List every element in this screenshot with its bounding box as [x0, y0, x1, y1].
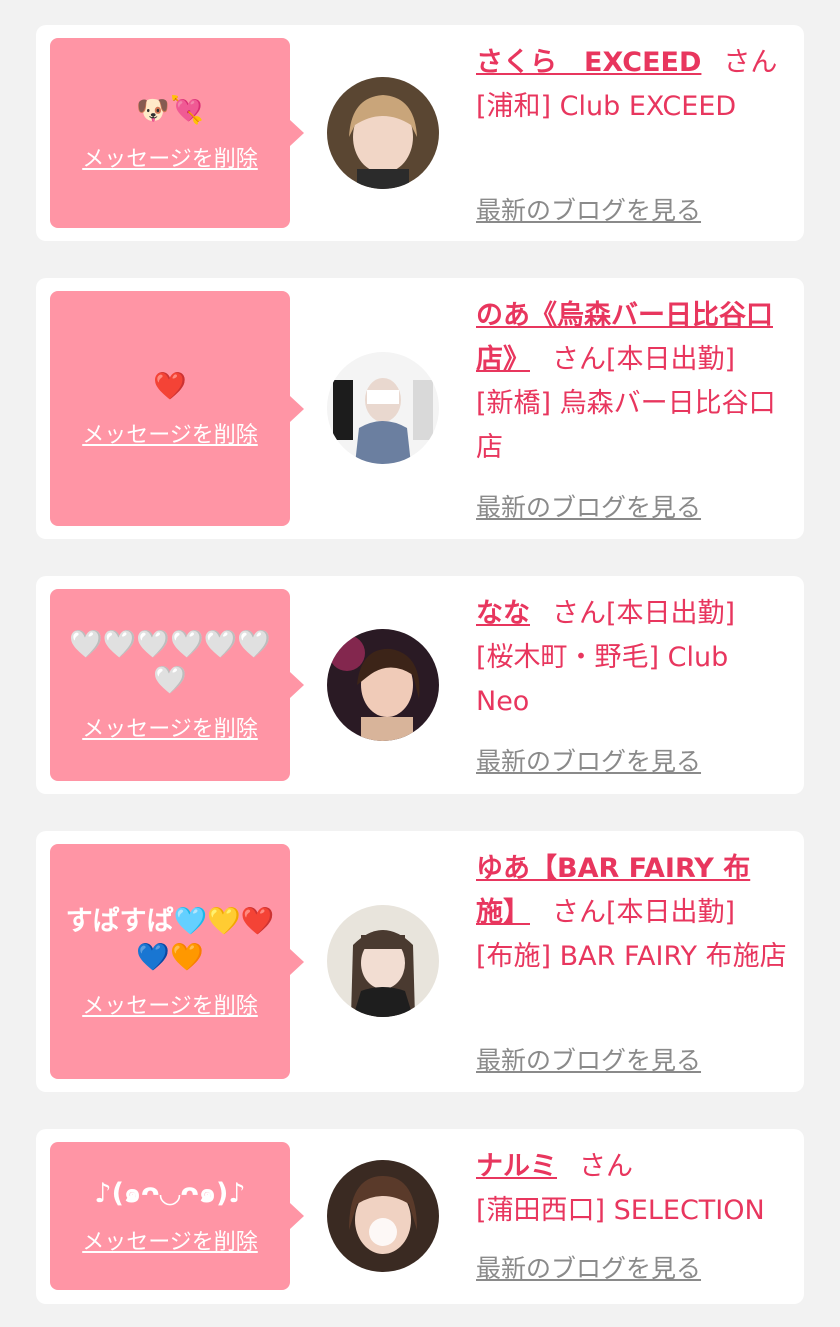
cast-name-link[interactable]: さくら EXCEED: [476, 47, 701, 78]
shop-name: [蒲田西口] SELECTION: [476, 1195, 765, 1226]
avatar-photo-icon: [327, 352, 439, 464]
message-text: ♪(๑ᴖ◡ᴖ๑)♪: [94, 1178, 246, 1209]
honorific: さん: [552, 598, 606, 629]
message-bubble: すぱすぱ🩵💛❤️💙🧡 メッセージを削除: [50, 844, 304, 1079]
honorific: さん: [723, 47, 778, 78]
status-badge: [本日出勤]: [606, 897, 736, 928]
message-text: 🤍🤍🤍🤍🤍🤍🤍: [69, 629, 271, 696]
message-bubble: 🤍🤍🤍🤍🤍🤍🤍 メッセージを削除: [50, 589, 304, 781]
status-badge: [本日出勤]: [606, 344, 736, 375]
message-text: すぱすぱ🩵💛❤️💙🧡: [65, 905, 275, 973]
honorific: さん: [579, 1151, 633, 1182]
shop-name: [浦和] Club EXCEED: [476, 91, 737, 122]
cast-card: ♪(๑ᴖ◡ᴖ๑)♪ メッセージを削除 ナルミ さん [蒲田西口] SELECTIO…: [36, 1129, 804, 1304]
delete-message-link[interactable]: メッセージを削除: [82, 417, 258, 449]
avatar-photo-icon: [327, 905, 439, 1017]
latest-blog-link[interactable]: 最新のブログを見る: [476, 488, 701, 524]
latest-blog-link[interactable]: 最新のブログを見る: [476, 1249, 701, 1285]
cast-avatar[interactable]: [327, 77, 439, 189]
message-text: ❤️: [153, 370, 187, 402]
avatar-photo-icon: [327, 77, 439, 189]
honorific: さん: [552, 897, 606, 928]
cast-avatar[interactable]: [327, 905, 439, 1017]
cast-info: なな さん[本日出勤] [桜木町・野毛] Club Neo: [476, 592, 788, 724]
cast-avatar[interactable]: [327, 352, 439, 464]
avatar-photo-icon: [327, 629, 439, 741]
cast-name-link[interactable]: なな: [476, 598, 530, 629]
cast-card: すぱすぱ🩵💛❤️💙🧡 メッセージを削除 ゆあ【BAR FAIRY 布施】 さん[本…: [36, 831, 804, 1092]
shop-name: [桜木町・野毛] Club Neo: [476, 642, 729, 717]
latest-blog-link[interactable]: 最新のブログを見る: [476, 191, 701, 227]
shop-name: [新橋] 烏森バー日比谷口店: [476, 388, 776, 463]
cast-card: 🤍🤍🤍🤍🤍🤍🤍 メッセージを削除 なな さん[本日出勤] [桜木町・野毛] Clu…: [36, 576, 804, 794]
delete-message-link[interactable]: メッセージを削除: [82, 141, 258, 173]
cast-name-link[interactable]: ナルミ: [476, 1151, 557, 1182]
favorite-cast-list: 🐶💘 メッセージを削除 さくら EXCEED さん [浦和] Club EXCEE…: [0, 0, 840, 1327]
delete-message-link[interactable]: メッセージを削除: [82, 988, 258, 1020]
message-bubble: ❤️ メッセージを削除: [50, 291, 304, 526]
shop-name: [布施] BAR FAIRY 布施店: [476, 941, 787, 972]
cast-card: ❤️ メッセージを削除 のあ《烏森バー日比谷口店》 さん[本日出勤] [新橋] 烏…: [36, 278, 804, 539]
delete-message-link[interactable]: メッセージを削除: [82, 711, 258, 743]
latest-blog-link[interactable]: 最新のブログを見る: [476, 742, 701, 778]
cast-card: 🐶💘 メッセージを削除 さくら EXCEED さん [浦和] Club EXCEE…: [36, 25, 804, 241]
cast-info: のあ《烏森バー日比谷口店》 さん[本日出勤] [新橋] 烏森バー日比谷口店: [476, 294, 788, 470]
message-bubble: ♪(๑ᴖ◡ᴖ๑)♪ メッセージを削除: [50, 1142, 304, 1290]
cast-avatar[interactable]: [327, 629, 439, 741]
message-text: 🐶💘: [136, 95, 204, 126]
cast-info: さくら EXCEED さん [浦和] Club EXCEED: [476, 41, 788, 129]
avatar-photo-icon: [327, 1160, 439, 1272]
cast-info: ゆあ【BAR FAIRY 布施】 さん[本日出勤] [布施] BAR FAIRY …: [476, 847, 788, 979]
cast-avatar[interactable]: [327, 1160, 439, 1272]
latest-blog-link[interactable]: 最新のブログを見る: [476, 1041, 701, 1077]
cast-info: ナルミ さん [蒲田西口] SELECTION: [476, 1145, 788, 1233]
message-bubble: 🐶💘 メッセージを削除: [50, 38, 304, 228]
delete-message-link[interactable]: メッセージを削除: [82, 1224, 258, 1256]
status-badge: [本日出勤]: [606, 598, 736, 629]
honorific: さん: [552, 344, 606, 375]
